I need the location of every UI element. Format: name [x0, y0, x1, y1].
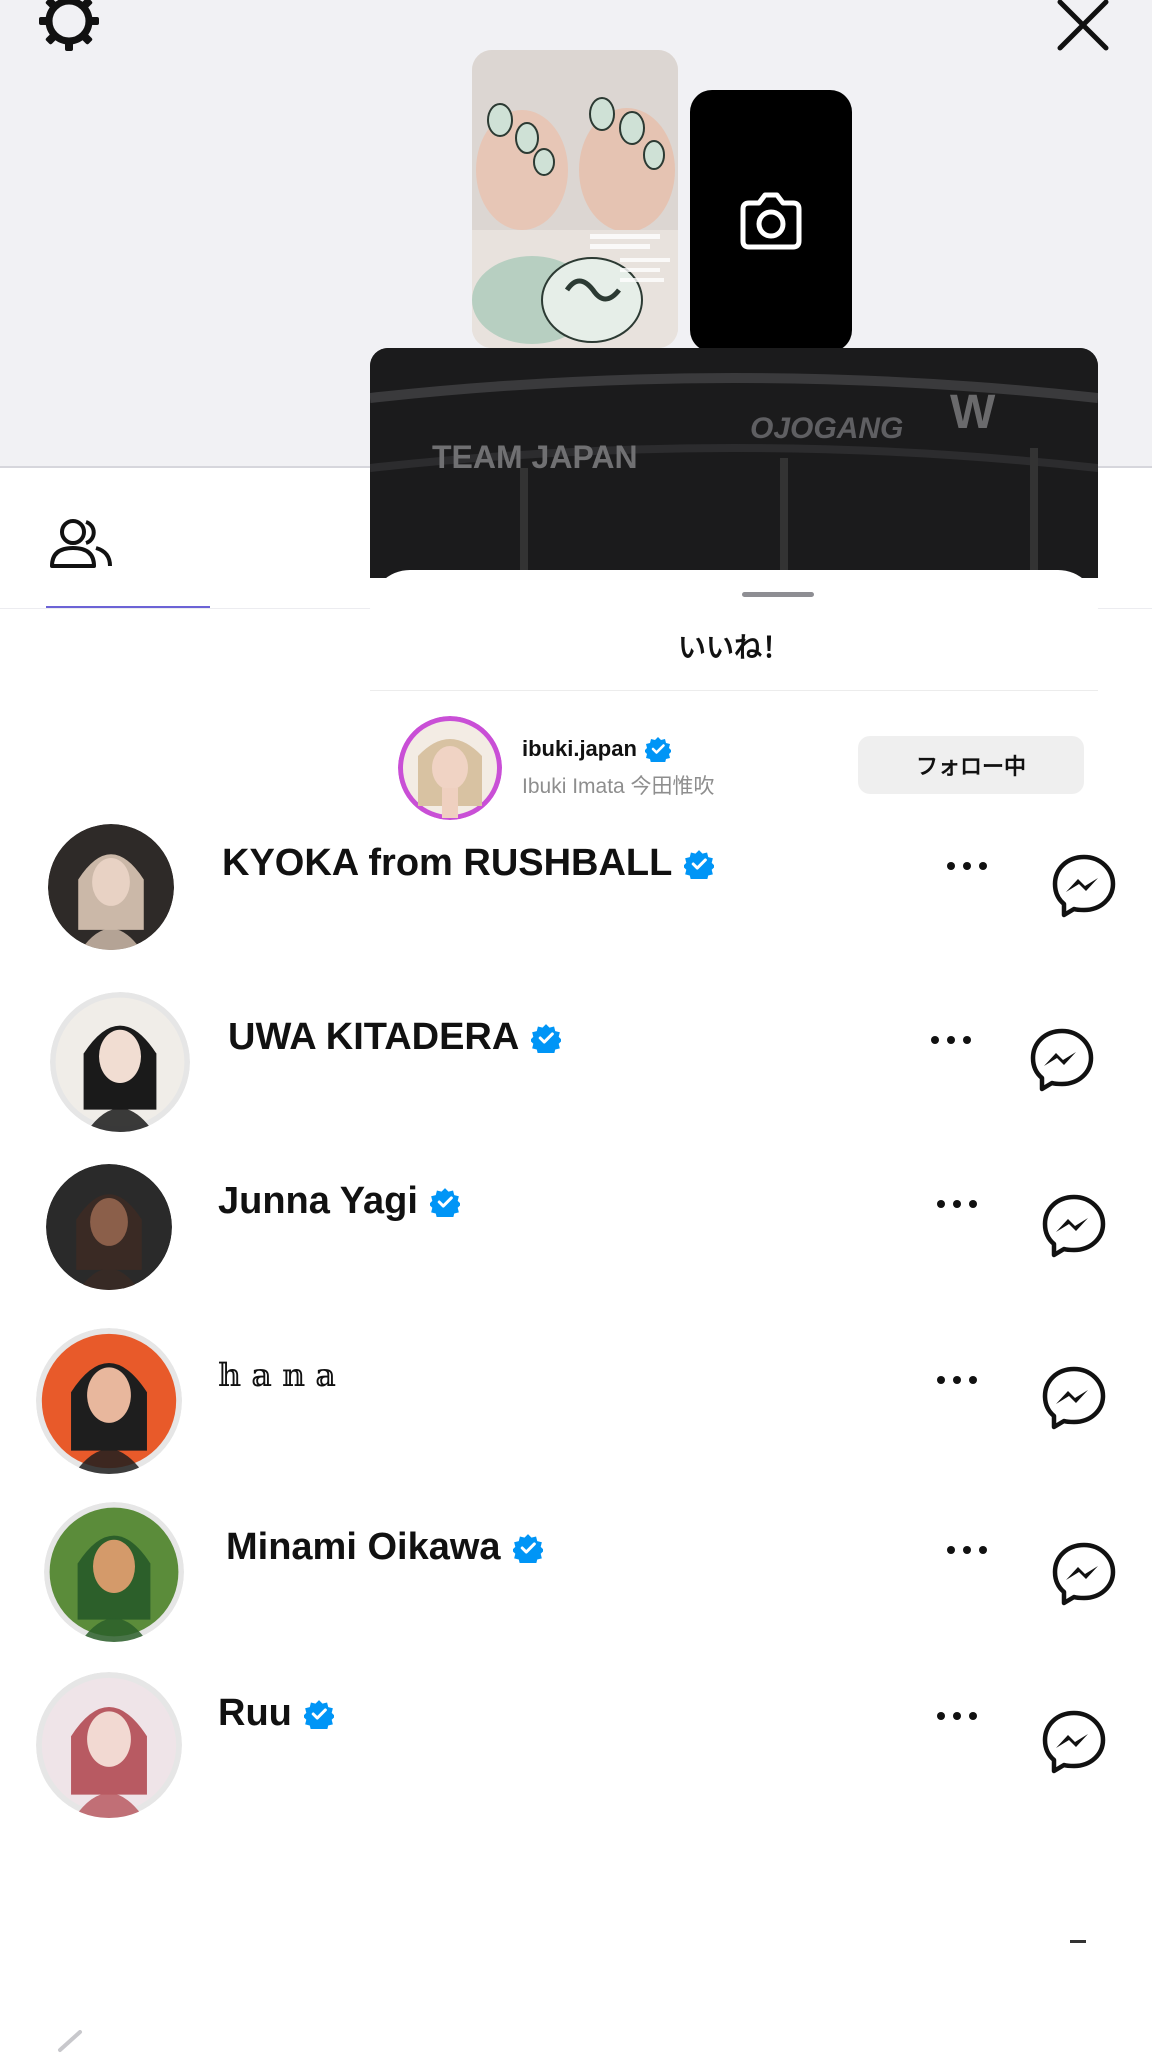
- more-options-button[interactable]: [932, 846, 1002, 886]
- more-dot: [947, 862, 955, 870]
- verified-badge-icon: [512, 1533, 543, 1563]
- more-dot: [937, 1200, 945, 1208]
- user-name[interactable]: 𝕙𝕒𝕟𝕒: [218, 1356, 346, 1394]
- user-name[interactable]: Ruu: [218, 1692, 334, 1735]
- verified-badge-icon: [303, 1699, 334, 1729]
- more-dot: [953, 1712, 961, 1720]
- more-dot: [969, 1712, 977, 1720]
- user-name[interactable]: UWA KITADERA: [228, 1016, 562, 1059]
- sheet-title: いいね！: [677, 632, 790, 663]
- nail-photo-image: [472, 50, 678, 348]
- avatar[interactable]: [36, 1672, 182, 1818]
- verified-badge-icon: [684, 849, 715, 879]
- avatar[interactable]: [48, 824, 174, 950]
- liker-username-text: ibuki.japan: [522, 736, 637, 761]
- messenger-icon[interactable]: [1040, 1708, 1108, 1776]
- sheet-divider: [370, 690, 1098, 691]
- more-dot: [953, 1376, 961, 1384]
- more-dot: [969, 1376, 977, 1384]
- user-name[interactable]: KYOKA from RUSHBALL: [222, 842, 715, 885]
- more-dot: [963, 1036, 971, 1044]
- user-name-text: KYOKA from RUSHBALL: [222, 842, 673, 884]
- more-options-button[interactable]: [922, 1184, 992, 1224]
- user-name-text: Minami Oikawa: [226, 1526, 501, 1568]
- likes-sheet: いいね！ ibuki.japan Ibuki Imata 今田惟吹 フォロー中: [370, 570, 1098, 820]
- following-button[interactable]: フォロー中: [858, 736, 1084, 794]
- more-options-button[interactable]: [932, 1530, 1002, 1570]
- more-options-button[interactable]: [922, 1360, 992, 1400]
- more-dot: [953, 1200, 961, 1208]
- more-dot: [931, 1036, 939, 1044]
- liker-username[interactable]: ibuki.japan: [522, 736, 671, 762]
- banner-team-japan-text: TEAM JAPAN: [432, 439, 638, 475]
- more-dot: [963, 1546, 971, 1554]
- user-name-text: Junna Yagi: [218, 1180, 418, 1222]
- verified-badge-icon: [429, 1187, 460, 1217]
- more-dot: [979, 1546, 987, 1554]
- scroll-mark: [1070, 1940, 1086, 1943]
- more-dot: [947, 1546, 955, 1554]
- more-dot: [969, 1200, 977, 1208]
- banner-ojogang-text: OJOGANG: [750, 412, 903, 445]
- story-banner-image: TEAM JAPAN OJOGANG W: [370, 348, 1098, 578]
- more-dot: [947, 1036, 955, 1044]
- user-name[interactable]: Minami Oikawa: [226, 1526, 543, 1569]
- story-thumbnail[interactable]: [472, 50, 678, 348]
- avatar[interactable]: [36, 1328, 182, 1474]
- messenger-icon[interactable]: [1040, 1364, 1108, 1432]
- messenger-icon[interactable]: [1050, 1540, 1118, 1608]
- verified-badge-icon: [644, 737, 671, 762]
- more-options-button[interactable]: [922, 1696, 992, 1736]
- user-name-text: 𝕙𝕒𝕟𝕒: [218, 1356, 346, 1394]
- sheet-drag-handle[interactable]: [742, 592, 814, 597]
- gear-icon[interactable]: [34, 0, 104, 56]
- avatar[interactable]: [46, 1164, 172, 1290]
- messenger-icon[interactable]: [1050, 852, 1118, 920]
- chevron-left-icon[interactable]: [54, 2030, 84, 2060]
- messenger-icon[interactable]: [1028, 1026, 1096, 1094]
- avatar[interactable]: [398, 716, 502, 820]
- more-dot: [937, 1376, 945, 1384]
- banner-w-text: W: [950, 386, 996, 439]
- people-icon[interactable]: [46, 508, 116, 578]
- more-dot: [963, 862, 971, 870]
- liker-display-name: Ibuki Imata 今田惟吹: [522, 775, 715, 798]
- close-icon[interactable]: [1050, 0, 1116, 60]
- verified-badge-icon: [531, 1023, 562, 1053]
- more-dot: [979, 862, 987, 870]
- add-story-camera-button[interactable]: [690, 90, 852, 352]
- avatar[interactable]: [44, 1502, 184, 1642]
- user-name-text: UWA KITADERA: [228, 1016, 520, 1058]
- messenger-icon[interactable]: [1040, 1192, 1108, 1260]
- user-name-text: Ruu: [218, 1692, 292, 1734]
- more-dot: [937, 1712, 945, 1720]
- avatar[interactable]: [50, 992, 190, 1132]
- user-name[interactable]: Junna Yagi: [218, 1180, 460, 1223]
- more-options-button[interactable]: [916, 1020, 986, 1060]
- camera-icon: [740, 192, 802, 250]
